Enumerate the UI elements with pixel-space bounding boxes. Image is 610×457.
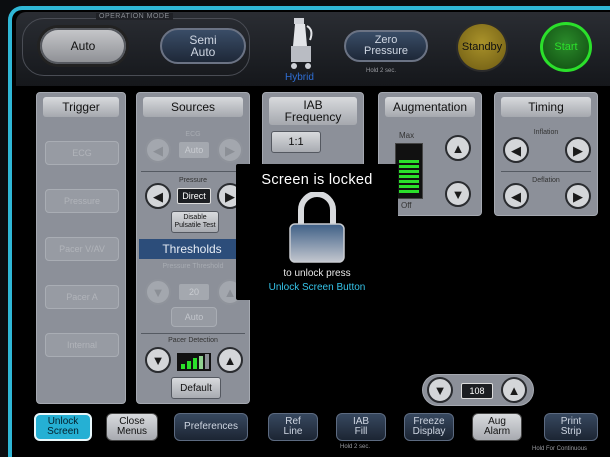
- screen-locked-dialog: Screen is locked to unlock press Unlock …: [236, 164, 398, 300]
- unlock-screen-button[interactable]: Unlock Screen: [34, 413, 92, 441]
- pressure-source-value: Direct: [177, 188, 211, 204]
- freeze-display-button[interactable]: Freeze Display: [404, 413, 454, 441]
- lock-dialog-button-name: Unlock Screen Button: [268, 282, 366, 293]
- augmentation-title: Augmentation: [385, 97, 475, 117]
- iab-frequency-value[interactable]: 1:1: [271, 131, 321, 153]
- print-strip-button[interactable]: Print Strip: [544, 413, 598, 441]
- trigger-pacer-vav-button[interactable]: Pacer V/AV: [45, 237, 119, 261]
- preferences-button[interactable]: Preferences: [174, 413, 248, 441]
- lock-dialog-title: Screen is locked: [261, 172, 373, 188]
- ecg-source-value: Auto: [179, 142, 209, 158]
- aug-alarm-control: ▼ 108 ▲: [422, 374, 534, 406]
- pacer-detection-level-icon: [177, 353, 211, 371]
- ecg-source-left-arrow-icon[interactable]: ◀: [145, 137, 171, 163]
- zero-pressure-button[interactable]: Zero Pressure: [344, 30, 428, 62]
- timing-title: Timing: [501, 97, 591, 117]
- close-menus-button[interactable]: Close Menus: [106, 413, 158, 441]
- iab-fill-button[interactable]: IAB Fill: [336, 413, 386, 441]
- trigger-ecg-button[interactable]: ECG: [45, 141, 119, 165]
- pacer-detection-down-arrow-icon[interactable]: ▼: [145, 347, 171, 373]
- sources-title: Sources: [143, 97, 243, 117]
- augmentation-level-bar: [395, 143, 423, 199]
- divider: [501, 171, 591, 172]
- zero-pressure-hint: Hold 2 sec.: [366, 68, 397, 74]
- iab-fill-hint: Hold 2 sec.: [340, 444, 371, 450]
- augmentation-max-label: Max: [399, 131, 415, 140]
- trigger-pacer-a-button[interactable]: Pacer A: [45, 285, 119, 309]
- augmentation-off-label: Off: [401, 201, 412, 210]
- trigger-panel: Trigger ECG Pressure Pacer V/AV Pacer A …: [36, 92, 126, 404]
- pacer-detection-label: Pacer Detection: [168, 337, 218, 344]
- deflation-left-arrow-icon[interactable]: ◀: [503, 183, 529, 209]
- ref-line-button[interactable]: Ref Line: [268, 413, 318, 441]
- trigger-title: Trigger: [43, 97, 119, 117]
- lock-dialog-instruction: to unlock press: [283, 268, 351, 279]
- device-name: Hybrid: [285, 72, 314, 83]
- pressure-threshold-label: Pressure Threshold: [162, 263, 224, 270]
- augmentation-down-arrow-icon[interactable]: ▼: [445, 181, 471, 207]
- inflation-label: Inflation: [533, 129, 559, 136]
- inflation-left-arrow-icon[interactable]: ◀: [503, 137, 529, 163]
- divider: [141, 333, 245, 334]
- auto-mode-button[interactable]: Auto: [40, 28, 126, 64]
- thresholds-header: Thresholds: [139, 239, 245, 259]
- trigger-internal-button[interactable]: Internal: [45, 333, 119, 357]
- inflation-right-arrow-icon[interactable]: ▶: [565, 137, 591, 163]
- print-strip-hint: Hold For Continuous: [532, 446, 588, 452]
- aug-alarm-value: 108: [461, 383, 493, 399]
- iab-frequency-panel: IAB Frequency 1:1: [262, 92, 364, 172]
- padlock-icon: [289, 192, 345, 263]
- iab-frequency-title: IAB Frequency: [269, 97, 357, 125]
- start-button[interactable]: Start: [540, 22, 592, 72]
- augmentation-up-arrow-icon[interactable]: ▲: [445, 135, 471, 161]
- aug-alarm-up-arrow-icon[interactable]: ▲: [501, 377, 527, 403]
- trigger-pressure-button[interactable]: Pressure: [45, 189, 119, 213]
- pressure-threshold-value: 20: [179, 284, 209, 300]
- sources-panel: Sources ECG ◀ Auto ▶ Pressure ◀ Direct ▶…: [136, 92, 250, 404]
- semi-auto-mode-button[interactable]: Semi Auto: [160, 28, 246, 64]
- pacer-detection-up-arrow-icon[interactable]: ▲: [217, 347, 243, 373]
- default-button[interactable]: Default: [171, 377, 221, 399]
- disable-pulsatile-test-button[interactable]: Disable Pulsatile Test: [171, 211, 219, 233]
- threshold-auto-button[interactable]: Auto: [171, 307, 217, 327]
- aug-alarm-button[interactable]: Aug Alarm: [472, 413, 522, 441]
- timing-panel: Timing Inflation ◀ ▶ Deflation ◀ ▶: [494, 92, 598, 216]
- divider: [141, 171, 245, 172]
- aug-alarm-down-arrow-icon[interactable]: ▼: [427, 377, 453, 403]
- threshold-down-arrow-icon[interactable]: ▼: [145, 279, 171, 305]
- deflation-right-arrow-icon[interactable]: ▶: [565, 183, 591, 209]
- pressure-source-left-arrow-icon[interactable]: ◀: [145, 183, 171, 209]
- ecg-source-right-arrow-icon[interactable]: ▶: [217, 137, 243, 163]
- operation-mode-label: OPERATION MODE: [96, 13, 173, 20]
- standby-button[interactable]: Standby: [456, 22, 508, 72]
- iabp-console-icon: [291, 18, 313, 69]
